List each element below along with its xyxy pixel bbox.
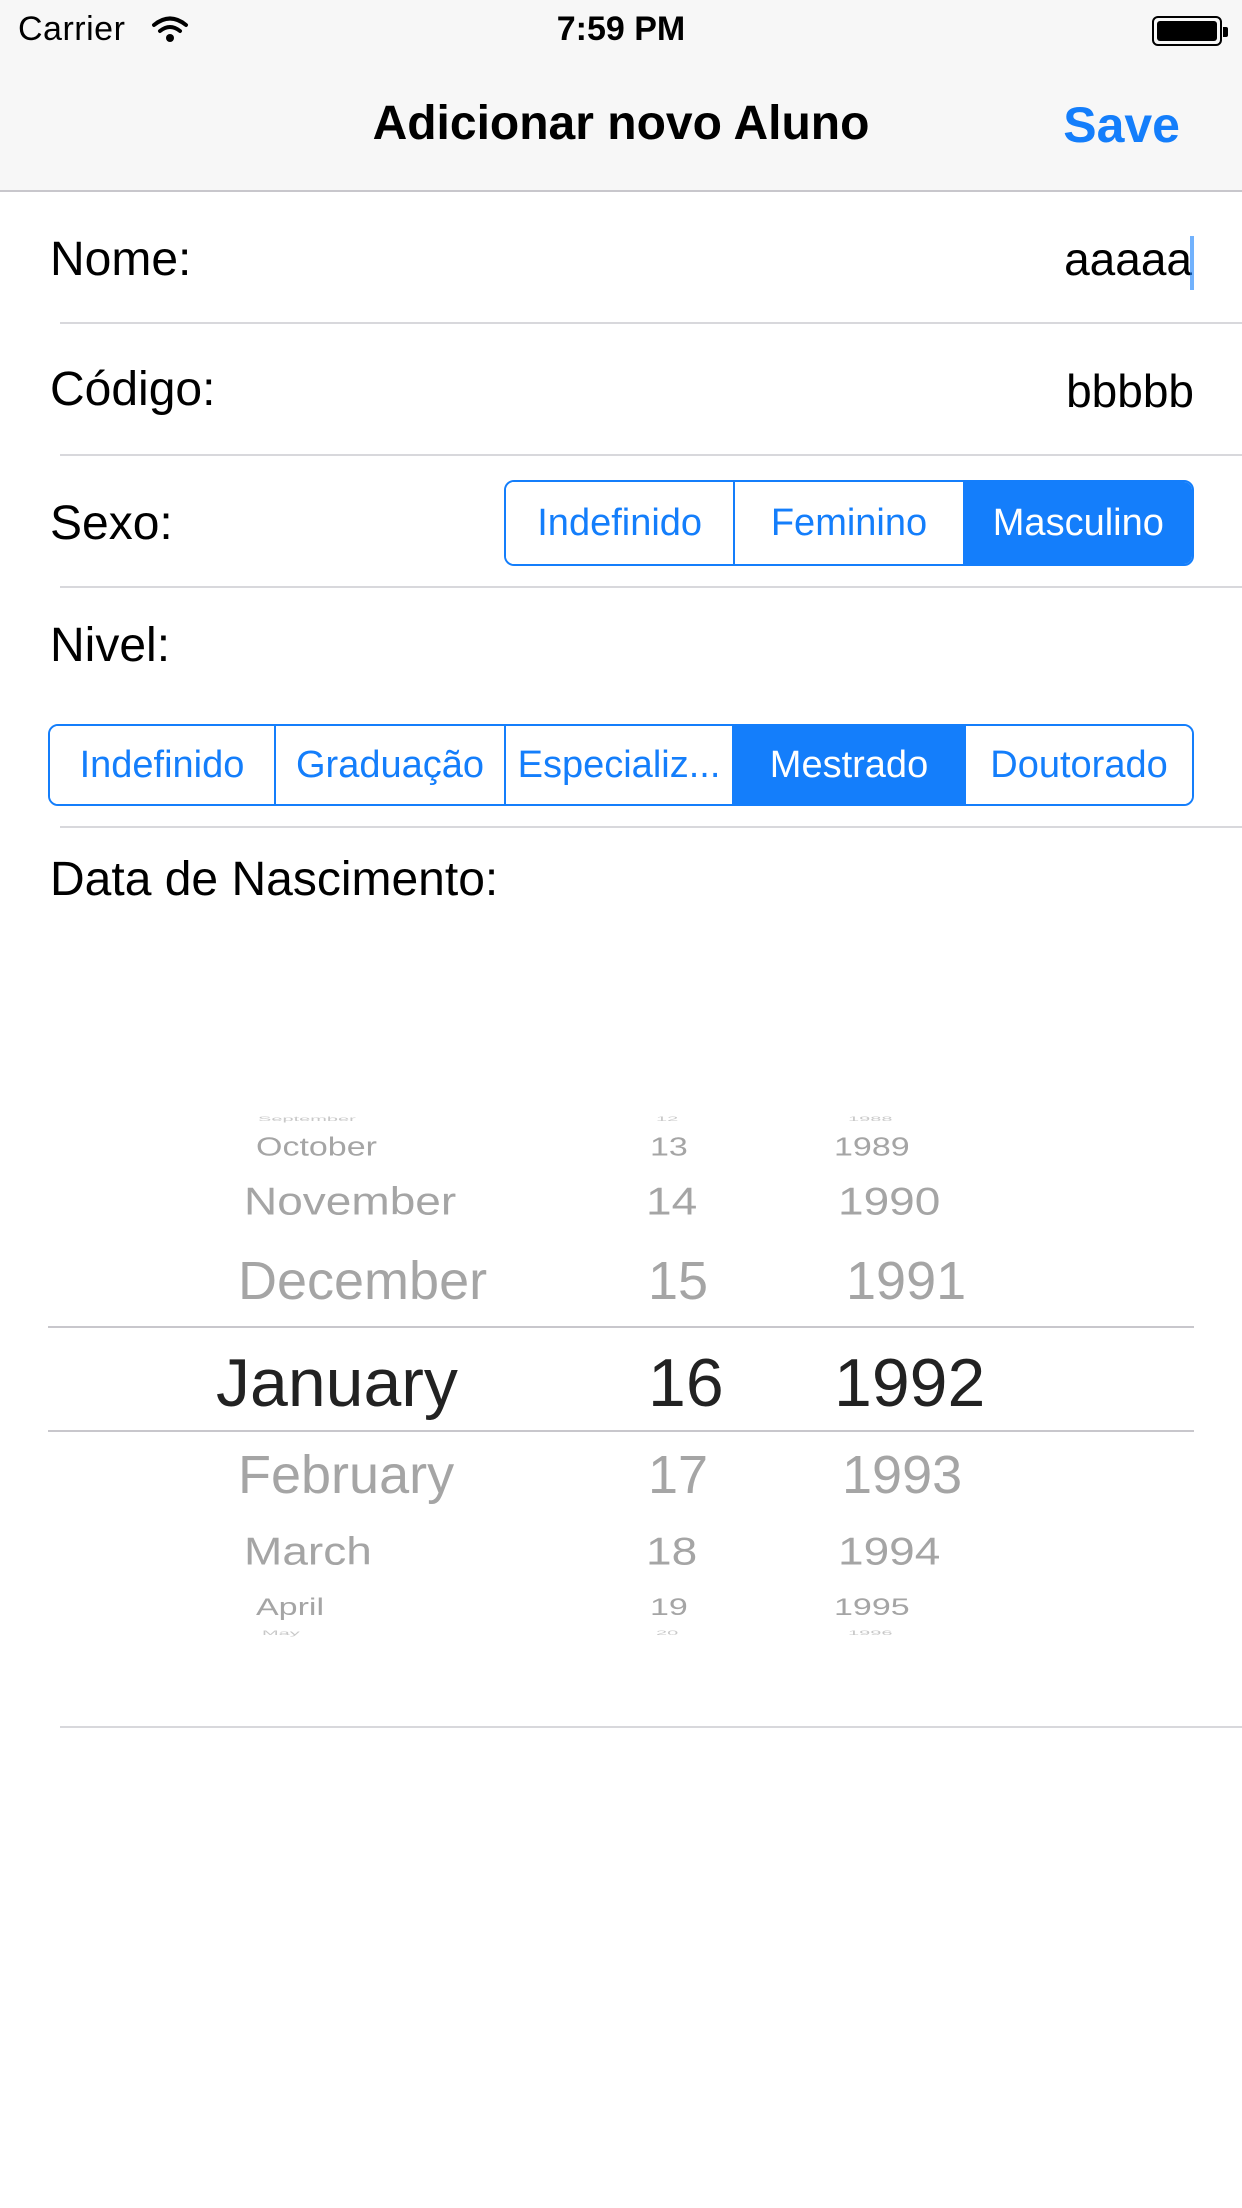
- picker-year-item[interactable]: 1996: [848, 1630, 893, 1637]
- picker-day-item[interactable]: 20: [656, 1630, 678, 1637]
- nivel-option-graduacao[interactable]: Graduação: [274, 726, 504, 804]
- picker-day-item[interactable]: 13: [650, 1133, 688, 1162]
- nome-field[interactable]: aaaaa: [1064, 232, 1194, 290]
- codigo-field[interactable]: bbbbb: [1066, 364, 1194, 418]
- nome-value: aaaaa: [1064, 233, 1192, 285]
- nivel-option-especializacao[interactable]: Especializ...: [504, 726, 732, 804]
- picker-month-item[interactable]: February: [238, 1444, 454, 1506]
- picker-month-item[interactable]: September: [258, 1116, 356, 1123]
- nivel-option-mestrado[interactable]: Mestrado: [732, 726, 964, 804]
- picker-year-item[interactable]: 1989: [834, 1133, 910, 1162]
- separator: [60, 1726, 1242, 1728]
- save-button[interactable]: Save: [1063, 96, 1180, 154]
- status-time: 7:59 PM: [556, 10, 686, 48]
- data-nascimento-label: Data de Nascimento:: [50, 853, 499, 906]
- nome-row[interactable]: Nome: aaaaa: [0, 192, 1242, 322]
- picker-month-item-selected[interactable]: January: [216, 1344, 458, 1422]
- picker-year-item-selected[interactable]: 1992: [834, 1344, 985, 1422]
- battery-icon: [1152, 16, 1228, 46]
- picker-day-item[interactable]: 14: [646, 1178, 697, 1224]
- codigo-row[interactable]: Código: bbbbb: [0, 324, 1242, 454]
- sexo-label: Sexo:: [50, 497, 173, 550]
- picker-year-item[interactable]: 1988: [848, 1116, 893, 1123]
- nivel-segmented-control[interactable]: Indefinido Graduação Especializ... Mestr…: [48, 724, 1194, 806]
- picker-day-item[interactable]: 18: [646, 1528, 697, 1574]
- sexo-option-indefinido[interactable]: Indefinido: [506, 482, 734, 564]
- picker-month-item[interactable]: October: [256, 1133, 377, 1162]
- picker-year-item[interactable]: 1995: [834, 1594, 910, 1621]
- status-bar: Carrier 7:59 PM: [0, 0, 1242, 60]
- page-title: Adicionar novo Aluno: [372, 97, 870, 150]
- navigation-bar: Adicionar novo Aluno Save: [0, 60, 1242, 192]
- picker-month-item[interactable]: November: [244, 1178, 456, 1224]
- picker-year-item[interactable]: 1991: [846, 1250, 966, 1312]
- picker-day-item[interactable]: 12: [656, 1116, 678, 1123]
- text-cursor: [1190, 235, 1194, 290]
- picker-day-item-selected[interactable]: 16: [648, 1344, 724, 1422]
- picker-year-item[interactable]: 1990: [838, 1178, 940, 1224]
- picker-month-item[interactable]: April: [256, 1594, 324, 1621]
- picker-year-item[interactable]: 1993: [842, 1444, 962, 1506]
- nome-label: Nome:: [50, 233, 192, 286]
- nivel-option-doutorado[interactable]: Doutorado: [964, 726, 1192, 804]
- picker-day-item[interactable]: 19: [650, 1594, 688, 1621]
- nivel-option-indefinido[interactable]: Indefinido: [50, 726, 274, 804]
- picker-month-item[interactable]: March: [244, 1528, 372, 1574]
- picker-day-item[interactable]: 17: [648, 1444, 708, 1506]
- sexo-segmented-control[interactable]: Indefinido Feminino Masculino: [504, 480, 1194, 566]
- sexo-option-feminino[interactable]: Feminino: [733, 482, 963, 564]
- picker-month-item[interactable]: May: [262, 1630, 300, 1637]
- picker-month-item[interactable]: December: [238, 1250, 487, 1312]
- picker-day-item[interactable]: 15: [648, 1250, 708, 1312]
- picker-selection-top-line: [48, 1326, 1194, 1328]
- sexo-option-masculino[interactable]: Masculino: [962, 482, 1192, 564]
- date-picker[interactable]: September October November December Janu…: [48, 1110, 1194, 1650]
- codigo-label: Código:: [50, 363, 216, 416]
- nivel-label: Nivel:: [50, 619, 171, 672]
- picker-year-item[interactable]: 1994: [838, 1528, 940, 1574]
- picker-selection-bottom-line: [48, 1430, 1194, 1432]
